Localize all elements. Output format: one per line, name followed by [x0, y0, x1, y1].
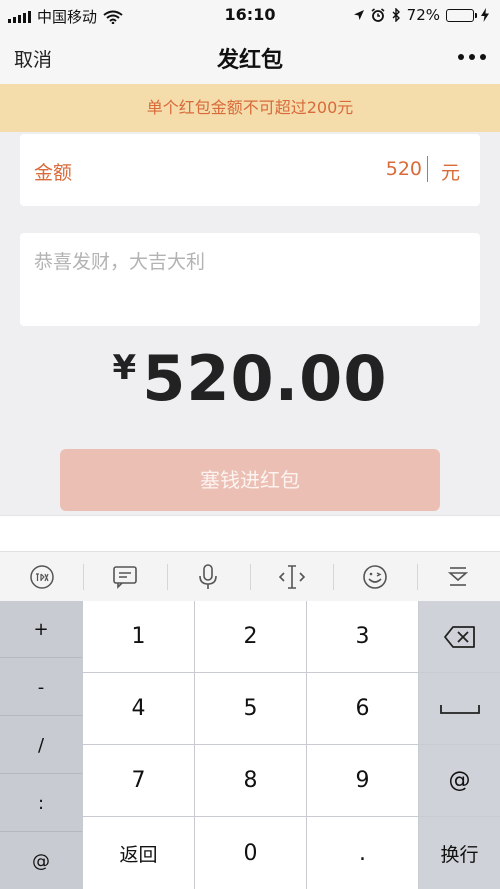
amount-unit: 元: [440, 162, 460, 184]
greeting-input[interactable]: [34, 247, 464, 277]
ime-toolbar: [0, 551, 500, 601]
page-title: 发红包: [216, 48, 283, 73]
digit-key[interactable]: 4: [83, 673, 194, 744]
microphone-icon: [199, 564, 218, 589]
delete-key[interactable]: [419, 601, 500, 672]
message-card: [20, 233, 480, 326]
ime-voice-button[interactable]: [166, 552, 250, 602]
battery-percent: 72%: [406, 6, 440, 24]
digit-key[interactable]: 2: [195, 601, 306, 672]
space-key[interactable]: [419, 673, 500, 744]
symbol-key[interactable]: @: [0, 833, 82, 889]
digit-key[interactable]: 1: [83, 601, 194, 672]
status-right: 72%: [353, 6, 490, 24]
digit-key[interactable]: 8: [195, 745, 306, 816]
at-key[interactable]: @: [419, 745, 500, 816]
keyboard-top-strip: [0, 515, 500, 551]
alarm-icon: [371, 8, 385, 22]
bluetooth-icon: [392, 8, 400, 22]
amount-label: 金额: [34, 162, 73, 184]
limit-notice: 单个红包金额不可超过200元: [0, 84, 500, 132]
more-dot-icon: [469, 54, 475, 60]
charging-icon: [481, 8, 489, 22]
total-amount: ¥520.00: [0, 342, 500, 415]
back-key[interactable]: 返回: [83, 817, 194, 889]
nav-bar: 取消 发红包: [0, 30, 500, 84]
message-icon: [113, 566, 137, 589]
amount-value: 520: [385, 158, 422, 180]
digit-key[interactable]: 3: [307, 601, 418, 672]
more-options-button[interactable]: [458, 54, 486, 60]
digit-key-zero[interactable]: 0: [195, 817, 306, 889]
digit-key[interactable]: 6: [307, 673, 418, 744]
symbol-key[interactable]: -: [0, 659, 82, 716]
numeric-keypad: + - / : @ 1 2 3 4 5 6 7 8 9 返回 0 . @ 换行: [0, 601, 500, 889]
currency-symbol: ¥: [112, 348, 137, 388]
symbol-key[interactable]: :: [0, 775, 82, 832]
ime-hide-keyboard-button[interactable]: [416, 552, 500, 602]
symbol-key[interactable]: /: [0, 717, 82, 774]
emoji-icon: [363, 565, 387, 589]
ime-logo-icon: [29, 565, 54, 589]
status-bar: 中国移动 16:10 72%: [0, 0, 500, 30]
enter-key[interactable]: 换行: [419, 817, 500, 889]
total-value: 520.00: [142, 342, 388, 415]
ime-emoji-button[interactable]: [333, 552, 416, 602]
space-icon: [439, 704, 480, 714]
digit-key[interactable]: 9: [307, 745, 418, 816]
backspace-icon: [443, 625, 475, 648]
cursor-move-icon: [278, 565, 305, 589]
more-dot-icon: [458, 54, 464, 60]
keyboard-hide-icon: [448, 567, 469, 586]
more-dot-icon: [480, 54, 486, 60]
ime-logo-button[interactable]: [0, 552, 83, 602]
digit-key[interactable]: 5: [195, 673, 306, 744]
text-cursor: [426, 156, 428, 182]
submit-button[interactable]: 塞钱进红包: [60, 449, 440, 511]
symbol-key[interactable]: +: [0, 601, 82, 658]
ime-phrase-button[interactable]: [83, 552, 166, 602]
location-icon: [353, 10, 364, 20]
dot-key[interactable]: .: [307, 817, 418, 889]
ime-cursor-button[interactable]: [249, 552, 333, 602]
digit-key[interactable]: 7: [83, 745, 194, 816]
amount-field[interactable]: 金额 520 元: [20, 134, 480, 206]
battery-icon: [446, 8, 477, 22]
